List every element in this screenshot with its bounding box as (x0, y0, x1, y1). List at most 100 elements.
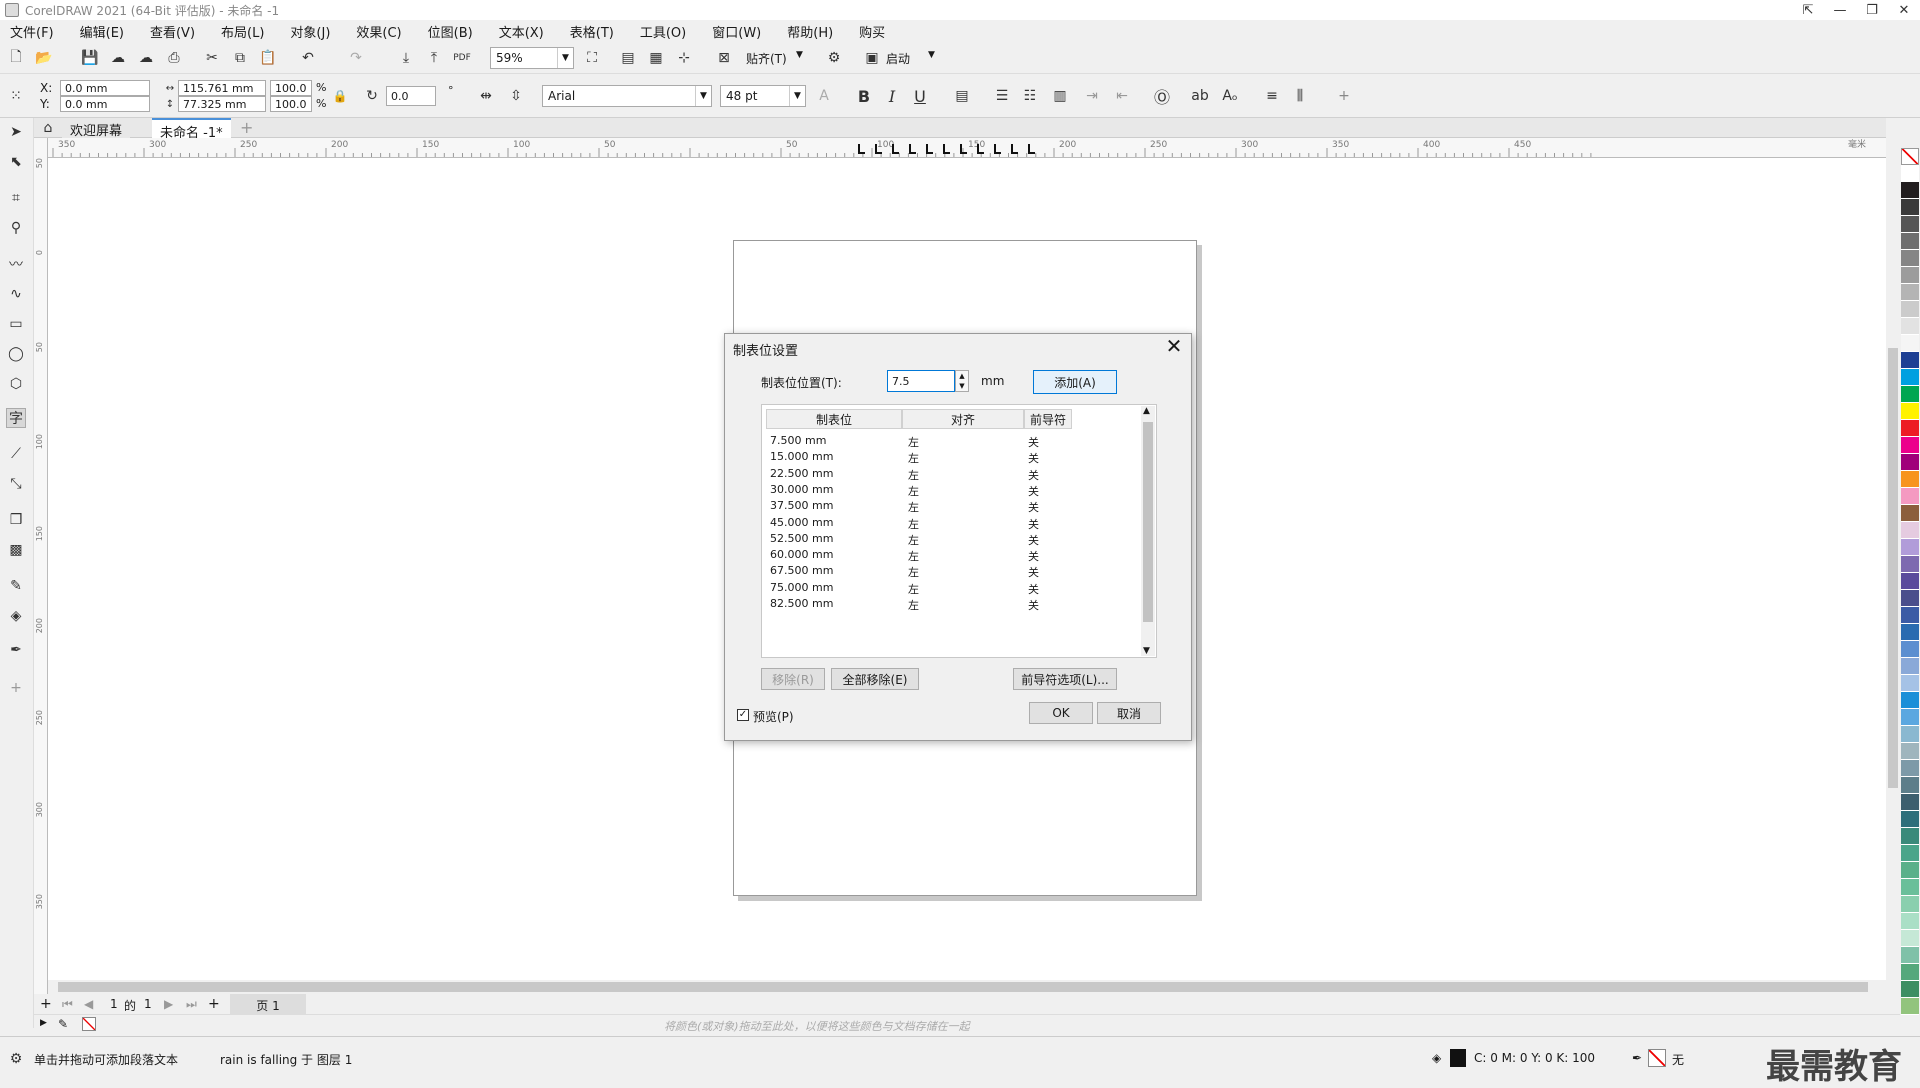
text-size-icon[interactable]: A (814, 86, 834, 106)
opentype-icon[interactable]: Ⓞ (1152, 86, 1172, 107)
import-icon[interactable]: ⤓ (396, 48, 416, 68)
tab-stop-marker[interactable] (1028, 144, 1035, 154)
menu-layout[interactable]: 布局(L) (221, 22, 276, 41)
tab-markers[interactable] (858, 144, 1068, 156)
add-page-icon[interactable]: + (40, 996, 52, 1012)
tab-stop-marker[interactable] (909, 144, 916, 154)
guidelines-icon[interactable]: ⊹ (674, 48, 694, 68)
preview-checkbox[interactable]: ✓ (737, 709, 749, 721)
paste-icon[interactable]: 📋 (258, 48, 278, 68)
rectangle-tool-icon[interactable]: ▭ (6, 314, 26, 334)
pdf-icon[interactable]: PDF (452, 48, 472, 68)
cloud-icon[interactable]: ☁ (136, 48, 156, 68)
snap-icon[interactable]: ⊠ (714, 48, 734, 68)
color-swatch[interactable] (1901, 624, 1919, 641)
menu-table[interactable]: 表格(T) (570, 22, 626, 41)
object-origin-icon[interactable]: ⁙ (6, 86, 26, 106)
eyedropper-icon[interactable]: ✎ (58, 1017, 68, 1031)
menu-text[interactable]: 文本(X) (499, 22, 556, 41)
redo-icon[interactable]: ↷ (346, 48, 366, 68)
color-swatch[interactable] (1901, 675, 1919, 692)
polygon-tool-icon[interactable]: ⬡ (6, 374, 26, 394)
restore-small-icon[interactable]: ⇱ (1792, 0, 1824, 20)
cancel-button[interactable]: 取消 (1097, 702, 1161, 724)
text-properties-icon[interactable]: ab (1190, 86, 1210, 106)
add-page-after-icon[interactable]: + (208, 996, 220, 1012)
color-swatch[interactable] (1901, 794, 1919, 811)
tab-position-input[interactable]: 7.5 (887, 370, 955, 392)
column-header-leader[interactable]: 前导符 (1024, 409, 1072, 429)
color-swatch[interactable] (1901, 437, 1919, 454)
minimize-button[interactable]: — (1824, 0, 1856, 20)
color-swatch[interactable] (1901, 811, 1919, 828)
fill-icon[interactable]: ◈ (1432, 1051, 1441, 1065)
color-swatch[interactable] (1901, 981, 1919, 998)
pick-tool-icon[interactable]: ➤ (6, 122, 26, 142)
launch-icon[interactable]: ▣ (862, 48, 882, 68)
add-button[interactable]: 添加(A) (1033, 370, 1117, 394)
color-swatch[interactable] (1901, 930, 1919, 947)
rulers-icon[interactable]: ▤ (618, 48, 638, 68)
vertical-ruler[interactable]: 50 0 50 100 150 200 250 300 350 (34, 138, 48, 1000)
no-color-swatch[interactable] (1901, 148, 1919, 165)
close-window-button[interactable]: ✕ (1888, 0, 1920, 20)
curve-tool-icon[interactable]: ∿ (6, 284, 26, 304)
gear-icon[interactable]: ⚙ (824, 48, 844, 68)
tab-stop-marker[interactable] (875, 144, 882, 154)
zoom-tool-icon[interactable]: ⚲ (6, 218, 26, 238)
vertical-text-icon[interactable]: ⫼ (1290, 86, 1310, 106)
scroll-down-icon[interactable]: ▼ (1143, 646, 1150, 656)
full-screen-icon[interactable]: ⛶ (582, 48, 602, 68)
color-swatch[interactable] (1901, 335, 1919, 352)
color-swatch[interactable] (1901, 641, 1919, 658)
color-swatch[interactable] (1901, 369, 1919, 386)
gear-icon[interactable]: ⚙ (6, 1049, 26, 1069)
color-swatch[interactable] (1901, 250, 1919, 267)
lock-ratio-icon[interactable]: 🔒 (330, 86, 350, 106)
table-row[interactable]: 82.500 mm 左 关 (762, 594, 1138, 614)
table-scroll-thumb[interactable] (1143, 422, 1153, 622)
drop-cap-icon[interactable]: ▥ (1050, 86, 1070, 106)
color-swatch[interactable] (1901, 658, 1919, 675)
remove-button[interactable]: 移除(R) (761, 668, 825, 690)
chevron-down-icon[interactable]: ▼ (796, 50, 803, 60)
next-page-icon[interactable]: ▶ (164, 997, 173, 1011)
grid-icon[interactable]: ▦ (646, 48, 666, 68)
color-swatch[interactable] (1901, 845, 1919, 862)
save-icon[interactable]: 💾 (80, 48, 100, 68)
add-icon[interactable]: + (1334, 86, 1354, 106)
color-swatch[interactable] (1901, 233, 1919, 250)
font-size-dropdown[interactable]: 48 pt ▼ (720, 85, 806, 107)
tab-stop-marker[interactable] (943, 144, 950, 154)
x-position-input[interactable]: 0.0 mm (60, 80, 150, 96)
y-position-input[interactable]: 0.0 mm (60, 96, 150, 112)
color-swatch[interactable] (1901, 777, 1919, 794)
open-icon[interactable]: 📂 (34, 48, 54, 68)
text-align-icon[interactable]: ▤ (952, 86, 972, 106)
freehand-tool-icon[interactable]: 〰 (6, 254, 26, 274)
scale-y-input[interactable]: 100.0 (270, 96, 312, 112)
ellipse-tool-icon[interactable]: ◯ (6, 344, 26, 364)
color-swatch[interactable] (1901, 607, 1919, 624)
menu-bitmaps[interactable]: 位图(B) (428, 22, 485, 41)
first-page-icon[interactable]: ⏮ (62, 997, 73, 1012)
color-swatch[interactable] (1901, 947, 1919, 964)
tab-stop-marker[interactable] (994, 144, 1001, 154)
transparency-tool-icon[interactable]: ▩ (6, 540, 26, 560)
tab-stop-marker[interactable] (926, 144, 933, 154)
bold-button[interactable]: B (854, 86, 874, 106)
color-swatch[interactable] (1901, 386, 1919, 403)
tab-stop-marker[interactable] (858, 144, 865, 154)
color-swatch[interactable] (1901, 165, 1919, 182)
numbered-list-icon[interactable]: ☷ (1020, 86, 1040, 106)
font-family-dropdown[interactable]: Arial ▼ (542, 85, 712, 107)
mirror-vertical-icon[interactable]: ⇳ (506, 86, 526, 106)
color-swatch[interactable] (1901, 760, 1919, 777)
color-swatch[interactable] (1901, 998, 1919, 1015)
menu-effects[interactable]: 效果(C) (356, 22, 413, 41)
italic-button[interactable]: I (882, 86, 902, 106)
line-tool-icon[interactable]: ⟋ (6, 444, 26, 464)
fill-tool-icon[interactable]: ◈ (6, 606, 26, 626)
color-swatch[interactable] (1901, 182, 1919, 199)
menu-help[interactable]: 帮助(H) (787, 22, 845, 41)
